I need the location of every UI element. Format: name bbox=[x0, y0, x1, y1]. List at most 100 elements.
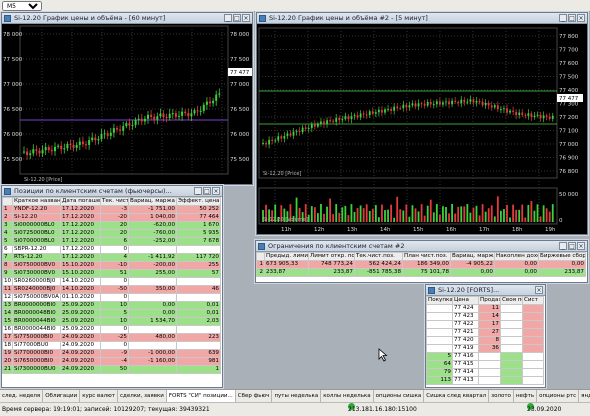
timeframe-select[interactable]: M5 bbox=[2, 1, 42, 11]
order-book-row[interactable]: 79 77 414 bbox=[426, 368, 544, 377]
taskbar-tab[interactable]: Сбер фьюч bbox=[236, 390, 273, 402]
position-row[interactable]: 9 Si0730000BV0 15.10.2020 51 255,00 57 bbox=[2, 269, 221, 278]
column-header[interactable]: Цена bbox=[452, 296, 479, 305]
taskbar-tab[interactable]: яндекс bbox=[579, 390, 590, 402]
minimize-button[interactable]: _ bbox=[559, 14, 567, 22]
table-cell: 7 bbox=[2, 253, 13, 262]
close-button[interactable]: × bbox=[212, 187, 220, 195]
taskbar-tab[interactable]: золото bbox=[489, 390, 514, 402]
window-titlebar[interactable]: Si-12.20 График цены и объёма - [60 мину… bbox=[2, 13, 252, 24]
taskbar-tab[interactable]: Сишка след квартал bbox=[424, 390, 490, 402]
column-header[interactable]: Сист bbox=[522, 296, 544, 305]
column-header[interactable] bbox=[2, 197, 13, 206]
volume-bar bbox=[393, 217, 396, 222]
table-cell: 79 bbox=[426, 368, 453, 377]
order-book-row[interactable]: 77 422 17 bbox=[426, 320, 544, 329]
order-book-row[interactable]: 77 419 36 bbox=[426, 344, 544, 353]
minimize-button[interactable]: _ bbox=[224, 14, 232, 22]
price-chart-60min[interactable]: 78 000 78 000 77 500 77 500 77 000 77 000 76 5… bbox=[2, 24, 252, 184]
position-row[interactable]: 6 SBPR-12.20 17.12.2020 0 bbox=[2, 245, 221, 254]
taskbar-tab[interactable]: сделки, заявки bbox=[118, 390, 167, 402]
close-button[interactable]: × bbox=[535, 286, 543, 294]
window-titlebar[interactable]: Si-12.20 График цены и объёма #2 - [5 ми… bbox=[257, 13, 587, 24]
column-header[interactable]: Вариац. маржа bbox=[128, 197, 177, 206]
order-book-row[interactable]: 77 423 14 bbox=[426, 312, 544, 321]
column-header[interactable] bbox=[256, 252, 265, 261]
position-row[interactable]: 10 SR0260000BJ0 14.10.2020 0 bbox=[2, 277, 221, 286]
position-row[interactable]: 4 Si0725000BL0 17.12.2020 20 -760,00 5 935 bbox=[2, 229, 221, 238]
column-header[interactable]: Биржевые сборы bbox=[538, 252, 586, 261]
maximize-button[interactable]: □ bbox=[568, 242, 576, 250]
taskbar-tab[interactable]: след. неделя bbox=[0, 390, 44, 402]
positions-table[interactable]: Краткое названиеДата погашенияТек. чист.… bbox=[2, 197, 221, 374]
table-cell: 14 bbox=[2, 309, 13, 318]
column-header[interactable]: Накоплен доход bbox=[494, 252, 539, 261]
table-cell bbox=[128, 245, 177, 254]
minimize-button[interactable]: _ bbox=[559, 242, 567, 250]
taskbar-tab[interactable]: опционы сишка bbox=[374, 390, 425, 402]
column-header[interactable]: Краткое название bbox=[12, 197, 61, 206]
column-header[interactable]: Лимит откр. поз. bbox=[308, 252, 355, 261]
taskbar-tab[interactable]: Облигации bbox=[43, 390, 81, 402]
position-row[interactable]: 21 Si7300000BU0 24.09.2020 50 1 bbox=[2, 365, 221, 374]
position-row[interactable]: 17 Si7750000BI0 24.09.2020 -25 480,00 223 bbox=[2, 333, 221, 342]
y-tick-label: 77 400 bbox=[559, 88, 579, 94]
taskbar-tab[interactable]: курс валют bbox=[80, 390, 118, 402]
column-header[interactable]: Продажа bbox=[478, 296, 501, 305]
position-row[interactable]: 7 RTS-12.20 17.12.2020 4 -1 411,92 117 720 bbox=[2, 253, 221, 262]
column-header[interactable]: Покупка bbox=[426, 296, 453, 305]
maximize-button[interactable]: □ bbox=[568, 14, 576, 22]
limit-row[interactable]: 2 233,87 233,87 -851 785,38 75 101,78 0,00 0,0… bbox=[256, 268, 586, 277]
table-cell: 17.12.2020 bbox=[60, 221, 101, 230]
position-row[interactable]: 1 YNDF-12.20 17.12.2020 -3 -1 751,00 50 252 bbox=[2, 205, 221, 214]
position-row[interactable]: 13 BR0000000BI0 25.09.2020 10 0,00 0,01 bbox=[2, 301, 221, 310]
close-button[interactable]: × bbox=[242, 14, 250, 22]
close-button[interactable]: × bbox=[577, 242, 585, 250]
taskbar-tab[interactable]: опционы ртс bbox=[537, 390, 580, 402]
order-book-row[interactable]: 5 77 416 bbox=[426, 352, 544, 361]
position-row[interactable]: 2 Si-12.20 17.12.2020 -20 1 040,00 77 464 bbox=[2, 213, 221, 222]
column-header[interactable]: Предыд. лимит bbox=[264, 252, 309, 261]
column-header[interactable]: План чист.поз. bbox=[402, 252, 451, 261]
position-row[interactable]: 5 Si0700000BL0 17.12.2020 6 -252,00 7 678 bbox=[2, 237, 221, 246]
position-row[interactable]: 8 Si0750000BV0 15.10.2020 -10 -200,00 255 bbox=[2, 261, 221, 270]
limits-table[interactable]: Предыд. лимитЛимит откр. поз.Тек.чист.по… bbox=[256, 252, 586, 277]
column-header[interactable]: Своя по bbox=[500, 296, 523, 305]
limit-row[interactable]: 1 673 905,33 748 773,24 562 424,24 186 349,0… bbox=[256, 260, 586, 269]
taskbar-tab[interactable]: FORTS "СИ" позиции... bbox=[166, 390, 236, 402]
position-row[interactable]: 15 BR0000044BI0 25.09.2020 10 1 534,70 2,03 bbox=[2, 317, 221, 326]
window-titlebar[interactable]: Позиции по клиентским счетам (фьючерсы).… bbox=[2, 186, 222, 197]
price-chart-5min[interactable]: 77 800 77 700 77 600 77 500 77 400 77 300 77 2… bbox=[257, 24, 587, 234]
position-row[interactable]: 14 BR0000048BI0 25.09.2020 5 0,00 0,01 bbox=[2, 309, 221, 318]
column-header[interactable]: Дата погашения bbox=[60, 197, 101, 206]
window-titlebar[interactable]: Ограничения по клиентским счетам #2 _ □ × bbox=[256, 241, 587, 252]
maximize-button[interactable]: □ bbox=[203, 187, 211, 195]
order-book-row[interactable]: 64 77 415 bbox=[426, 360, 544, 369]
position-row[interactable]: 20 Si7650000BI0 24.09.2020 -4 -1 160,00 981 bbox=[2, 357, 221, 366]
position-row[interactable]: 11 SR0240000BJ0 14.10.2020 -50 350,00 46 bbox=[2, 285, 221, 294]
minimize-button[interactable]: _ bbox=[194, 187, 202, 195]
column-header[interactable]: Тек.чист.поз. bbox=[354, 252, 403, 261]
volume-bar bbox=[496, 196, 499, 222]
table-cell: 0,01 bbox=[176, 301, 221, 310]
taskbar-tab[interactable]: путы неделька bbox=[272, 390, 322, 402]
order-book-row[interactable]: 77 424 11 bbox=[426, 304, 544, 313]
column-header[interactable]: Эффект. цена bbox=[176, 197, 221, 206]
position-row[interactable]: 16 BR0000044BI0 25.09.2020 0 bbox=[2, 325, 221, 334]
order-book-row[interactable]: 113 77 413 bbox=[426, 376, 544, 385]
table-cell: 0,00 bbox=[128, 301, 177, 310]
taskbar-tab[interactable]: нефть bbox=[514, 390, 538, 402]
order-book-row[interactable]: 77 421 27 bbox=[426, 328, 544, 337]
taskbar-tab[interactable]: коллы неделька bbox=[321, 390, 374, 402]
close-button[interactable]: × bbox=[577, 14, 585, 22]
column-header[interactable]: Тек. чист. bbox=[100, 197, 129, 206]
window-titlebar[interactable]: Si-12.20 [FORTS]... × bbox=[426, 285, 545, 296]
column-header[interactable]: Вариац. маржа bbox=[450, 252, 495, 261]
order-book-table[interactable]: ПокупкаЦенаПродажаСвоя поСист77 4241177 … bbox=[426, 296, 544, 385]
position-row[interactable]: 18 Si77000BU0 24.09.2020 0 bbox=[2, 341, 221, 350]
position-row[interactable]: 12 Si0750000BV0A 01.10.2020 0 bbox=[2, 293, 221, 302]
position-row[interactable]: 3 Si0000000BL0 17.12.2020 20 -620,00 1 670 bbox=[2, 221, 221, 230]
position-row[interactable]: 19 Si7700000BI0 24.09.2020 -9 -1 000,00 639 bbox=[2, 349, 221, 358]
maximize-button[interactable]: □ bbox=[233, 14, 241, 22]
order-book-row[interactable]: 77 420 8 bbox=[426, 336, 544, 345]
